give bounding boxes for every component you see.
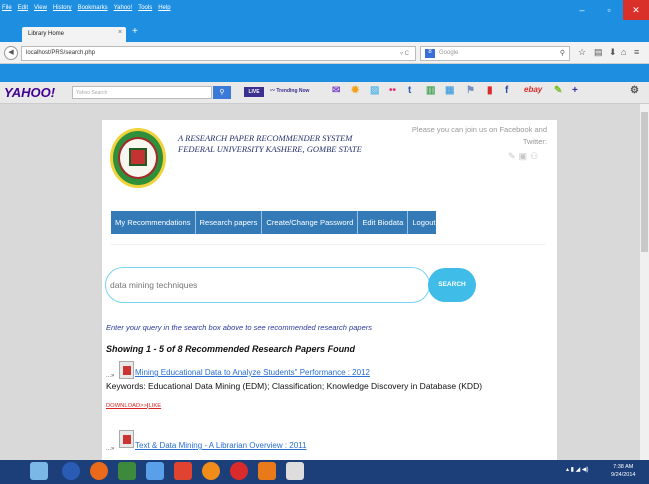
firefox-icon[interactable]	[90, 462, 108, 480]
sports-icon[interactable]: ⚑	[466, 85, 475, 96]
paper-search-input[interactable]: data mining techniques	[105, 267, 430, 303]
university-logo-shield	[129, 148, 147, 166]
download-icon[interactable]: ⬇	[609, 47, 617, 58]
nav-change-password[interactable]: Create/Change Password	[262, 211, 359, 234]
app-icon[interactable]	[174, 462, 192, 480]
facebook-icon[interactable]: f	[505, 85, 508, 96]
browser-search-placeholder: Google	[439, 50, 459, 56]
add-icon[interactable]: +	[572, 85, 578, 96]
flickr-icon[interactable]: ••	[389, 85, 396, 96]
nav-logout[interactable]: Logout	[408, 211, 439, 234]
like-link[interactable]: LIKE	[149, 403, 162, 409]
search-icon[interactable]: ⚲	[560, 49, 565, 57]
scrollbar-thumb[interactable]	[641, 112, 648, 252]
result-title-link[interactable]: Text & Data Mining - A Librarian Overvie…	[135, 441, 307, 450]
download-link[interactable]: DOWNLOAD>>	[106, 403, 147, 409]
weather-icon[interactable]: ✹	[351, 85, 359, 96]
site-title-line2: FEDERAL UNIVERSITY KASHERE, GOMBE STATE	[178, 144, 362, 154]
dreamweaver-icon[interactable]	[118, 462, 136, 480]
bookmarks-strip	[0, 64, 649, 82]
social-join-text: Please you can join us on Facebook and T…	[411, 125, 547, 146]
menu-view[interactable]: View	[34, 5, 47, 11]
clock[interactable]: 7:38 AM 9/24/2014	[611, 463, 635, 479]
twitter-share-icon[interactable]: ▣	[519, 151, 531, 161]
menu-help[interactable]: Help	[158, 5, 170, 11]
menu-yahoo[interactable]: Yahoo!	[114, 5, 133, 11]
system-tray[interactable]: ▴ ▮ ◢ ◀)	[566, 466, 589, 473]
tumblr-icon[interactable]: t	[408, 85, 411, 96]
pdf-icon[interactable]	[119, 430, 134, 448]
search-hint: Enter your query in the search box above…	[106, 323, 372, 332]
search-engine-icon[interactable]: 8	[425, 49, 435, 58]
url-bar[interactable]: localhost/PRS/search.php ▿ C	[21, 46, 416, 61]
bookmark-icon[interactable]: ▮	[487, 85, 493, 96]
result-count: Showing 1 - 5 of 8 Recommended Research …	[106, 344, 356, 354]
trending-label: Trending Now	[276, 88, 310, 94]
home-icon[interactable]: ⌂	[621, 47, 626, 57]
divider	[111, 244, 545, 245]
news-icon[interactable]: ▨	[370, 85, 379, 96]
menu-list: File Edit View History Bookmarks Yahoo! …	[2, 5, 171, 11]
site-title-line1: A RESEARCH PAPER RECOMMENDER SYSTEM	[178, 133, 353, 143]
bookmarks-list-icon[interactable]: ▤	[594, 47, 603, 58]
url-text: localhost/PRS/search.php	[26, 50, 96, 56]
clock-date: 9/24/2014	[611, 472, 636, 478]
vlc-icon[interactable]	[258, 462, 276, 480]
menu-history[interactable]: History	[53, 5, 72, 11]
chrome-icon[interactable]	[202, 462, 220, 480]
nav-edit-biodata[interactable]: Edit Biodata	[358, 211, 409, 234]
notepad-icon[interactable]	[286, 462, 304, 480]
yahoo-search-input[interactable]: Yahoo Search	[72, 86, 212, 99]
finance-icon[interactable]: ▥	[426, 85, 435, 96]
menu-bookmarks[interactable]: Bookmarks	[78, 5, 108, 11]
new-tab-button[interactable]: +	[132, 26, 138, 37]
games-icon[interactable]: ▦	[445, 85, 454, 96]
facebook-share-icon[interactable]: ✎	[508, 151, 519, 161]
maximize-icon[interactable]: ▫	[596, 0, 622, 20]
social-icons: ✎▣⚇	[508, 151, 541, 162]
clock-time: 7:38 AM	[613, 464, 634, 470]
result-actions: DOWNLOAD>>|LIKE	[106, 403, 161, 409]
search-button[interactable]: SEARCH	[428, 268, 476, 302]
trending-now-button[interactable]: 〰 Trending Now	[270, 87, 309, 94]
yahoo-search-button[interactable]: ⚲	[213, 86, 231, 99]
bookmark-star-icon[interactable]: ☆	[578, 47, 586, 58]
menu-tools[interactable]: Tools	[138, 5, 152, 11]
share-icon[interactable]: ⚇	[530, 151, 541, 161]
tab-close-icon[interactable]: ×	[118, 29, 122, 36]
menu-file[interactable]: File	[2, 5, 12, 11]
reload-icon[interactable]: ▿ C	[400, 50, 409, 57]
nav-research-papers[interactable]: Research papers	[196, 211, 263, 234]
menu-bar: File Edit View History Bookmarks Yahoo! …	[0, 0, 649, 20]
menu-edit[interactable]: Edit	[18, 5, 28, 11]
nav-my-recommendations[interactable]: My Recommendations	[111, 211, 196, 234]
virtualbox-icon[interactable]	[146, 462, 164, 480]
gear-icon[interactable]: ⚙	[630, 85, 639, 96]
result-arrow: ...»	[106, 373, 115, 379]
tab-title: Library Home	[28, 31, 65, 37]
addon-icon[interactable]: ✎	[554, 85, 562, 96]
yahoo-logo[interactable]: YAHOO!	[4, 85, 55, 100]
browser-search-input[interactable]: 8 Google ⚲	[420, 46, 570, 61]
file-explorer-icon[interactable]	[30, 462, 48, 480]
ebay-icon[interactable]: ebay	[524, 85, 542, 94]
main-nav: My Recommendations Research papers Creat…	[111, 211, 436, 234]
browser-icon[interactable]	[230, 462, 248, 480]
result-arrow: ...»	[106, 446, 115, 452]
pdf-icon[interactable]	[119, 361, 134, 379]
live-button[interactable]: LIVE	[244, 87, 264, 97]
close-window-icon[interactable]: ✕	[623, 0, 649, 20]
tab-library-home[interactable]: Library Home	[22, 27, 126, 42]
back-icon[interactable]: ◀	[4, 46, 18, 60]
hp-icon[interactable]	[62, 462, 80, 480]
minimize-icon[interactable]: –	[569, 0, 595, 20]
hamburger-menu-icon[interactable]: ≡	[634, 47, 639, 57]
result-keywords: Keywords: Educational Data Mining (EDM);…	[106, 381, 483, 391]
mail-icon[interactable]: ✉	[332, 85, 340, 96]
result-title-link[interactable]: Mining Educational Data to Analyze Stude…	[135, 368, 370, 377]
